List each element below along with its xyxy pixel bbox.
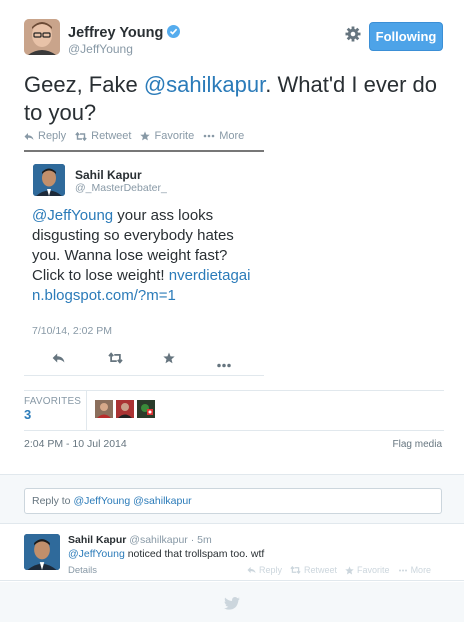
reply-label: Reply xyxy=(38,130,67,142)
reply-retweet-label: Retweet xyxy=(304,565,338,575)
quoted-star-icon[interactable] xyxy=(163,351,175,369)
favorite-action[interactable]: Favorite xyxy=(140,130,194,142)
retweet-icon xyxy=(75,131,87,141)
tweet-text: Geez, Fake @sahilkapur. What'd I ever do… xyxy=(24,71,444,127)
reply-author-name[interactable]: Sahil Kapur xyxy=(68,534,126,546)
quoted-retweet-icon[interactable] xyxy=(108,351,123,369)
tweet-text-before: Geez, Fake xyxy=(24,72,144,97)
reply-more-label: More xyxy=(410,565,432,575)
reply-action[interactable]: Reply xyxy=(24,130,66,142)
tweet-timestamp: 2:04 PM - 10 Jul 2014 xyxy=(24,438,127,450)
verified-badge-icon xyxy=(167,25,181,38)
reply-more-action[interactable]: More xyxy=(398,565,432,575)
quoted-actions xyxy=(24,351,254,369)
reply-reply-action[interactable]: Reply xyxy=(247,565,282,575)
reply-input[interactable]: Reply to @JeffYoung @sahilkapur xyxy=(24,488,442,514)
reply-time[interactable]: 5m xyxy=(197,534,212,546)
quoted-tweet[interactable]: Sahil Kapur @_MasterDebater_ @JeffYoung … xyxy=(24,150,264,376)
tweet-stats: FAVORITES 3 xyxy=(24,390,444,431)
more-action[interactable]: More xyxy=(203,130,244,142)
reply-icon xyxy=(247,566,256,574)
reply-favorite-label: Favorite xyxy=(357,565,390,575)
more-label: More xyxy=(219,130,245,142)
author-avatar[interactable] xyxy=(24,19,60,55)
quoted-text: @JeffYoung your ass looks disgusting so … xyxy=(32,206,262,306)
quoted-mention-link[interactable]: @JeffYoung xyxy=(32,207,113,224)
reply-body: noticed that trollspam too. wtf xyxy=(124,548,265,560)
retweet-icon xyxy=(290,566,301,574)
reply-area: Reply to @JeffYoung @sahilkapur xyxy=(0,474,464,524)
reply-header: Sahil Kapur @sahilkapur · 5m xyxy=(68,534,212,546)
flag-media-link[interactable]: Flag media xyxy=(393,439,442,450)
quoted-avatar[interactable] xyxy=(33,164,65,196)
favoriter-avatar[interactable] xyxy=(137,400,155,418)
quoted-name[interactable]: Sahil Kapur xyxy=(75,168,142,182)
twitter-bird-icon[interactable] xyxy=(224,597,240,615)
reply-separator: · xyxy=(190,534,195,546)
quoted-reply-icon[interactable] xyxy=(52,351,65,369)
quoted-more-dots-icon[interactable] xyxy=(216,355,232,373)
reply-actions: Reply Retweet Favorite More xyxy=(247,565,439,575)
tweet-mention-link[interactable]: @sahilkapur xyxy=(144,72,265,97)
favoriter-avatars xyxy=(95,400,158,418)
more-dots-icon xyxy=(203,134,215,138)
author-name-row[interactable]: Jeffrey Young xyxy=(68,25,181,41)
favorites-count[interactable]: 3 xyxy=(24,407,31,422)
reply-input-prefix: Reply to xyxy=(32,495,74,507)
quoted-date[interactable]: 7/10/14, 2:02 PM xyxy=(32,325,112,337)
author-handle[interactable]: @JeffYoung xyxy=(68,42,133,56)
tweet-actions: Reply Retweet Favorite More xyxy=(24,129,253,143)
reply-favorite-action[interactable]: Favorite xyxy=(345,565,390,575)
reply-icon xyxy=(24,132,34,140)
stats-divider xyxy=(86,391,87,431)
author-name[interactable]: Jeffrey Young xyxy=(68,25,163,41)
retweet-action[interactable]: Retweet xyxy=(75,130,131,142)
tweet-header: Jeffrey Young @JeffYoung Following xyxy=(24,19,444,59)
reply-tweet[interactable]: Sahil Kapur @sahilkapur · 5m @JeffYoung … xyxy=(0,525,464,581)
favorites-label[interactable]: FAVORITES xyxy=(24,396,81,407)
favoriter-avatar[interactable] xyxy=(95,400,113,418)
reply-text: @JeffYoung noticed that trollspam too. w… xyxy=(68,548,264,560)
retweet-label: Retweet xyxy=(91,130,132,142)
favorite-label: Favorite xyxy=(154,130,195,142)
more-dots-icon xyxy=(398,569,407,571)
star-icon xyxy=(345,565,354,574)
reply-author-handle[interactable]: @sahilkapur xyxy=(129,534,188,546)
favoriter-avatar[interactable] xyxy=(116,400,134,418)
reply-retweet-action[interactable]: Retweet xyxy=(290,565,337,575)
footer xyxy=(0,582,464,622)
reply-input-mentions: @JeffYoung @sahilkapur xyxy=(73,495,192,507)
reply-mention-link[interactable]: @JeffYoung xyxy=(68,548,125,560)
reply-reply-label: Reply xyxy=(259,565,283,575)
reply-avatar[interactable] xyxy=(24,534,60,570)
reply-details-link[interactable]: Details xyxy=(68,565,97,576)
gear-icon[interactable] xyxy=(344,25,362,43)
star-icon xyxy=(140,131,151,141)
following-button[interactable]: Following xyxy=(369,22,443,51)
quoted-handle[interactable]: @_MasterDebater_ xyxy=(75,182,167,194)
